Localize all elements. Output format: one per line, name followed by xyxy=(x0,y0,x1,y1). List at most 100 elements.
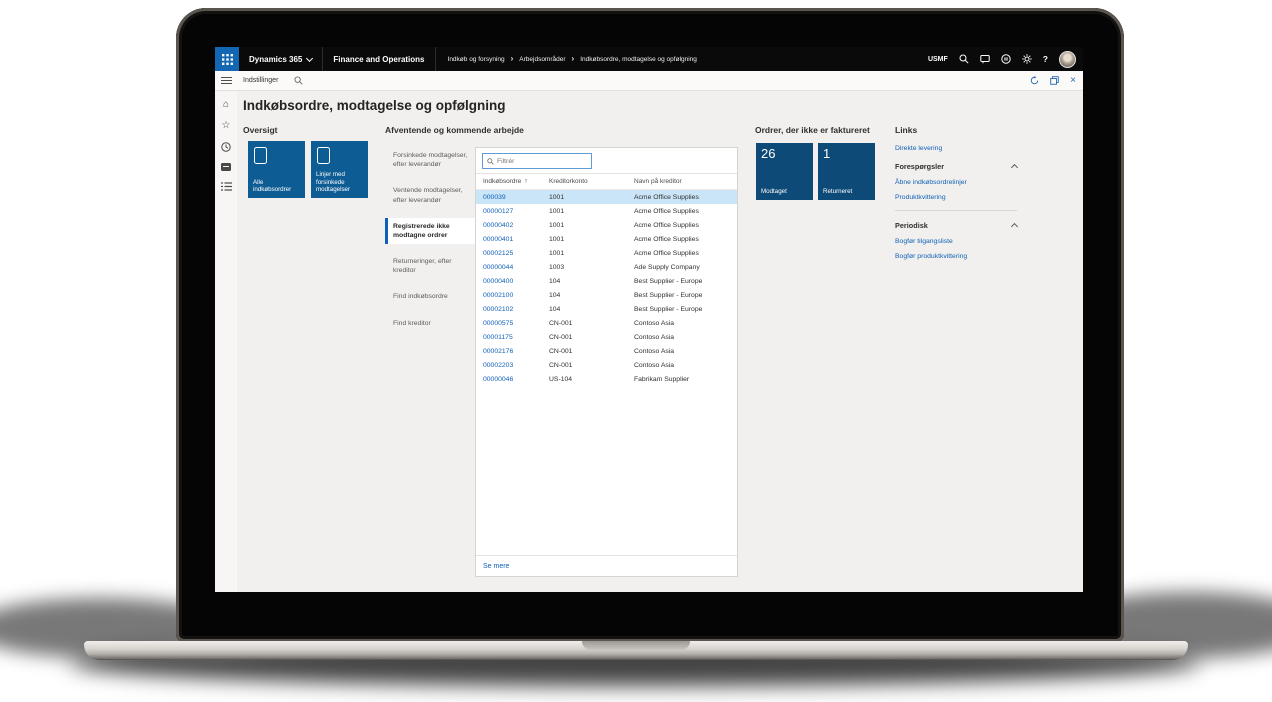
breadcrumb-current-page[interactable]: Indkøbsordre, modtagelse og opfølgning xyxy=(580,56,697,63)
link-direct-delivery[interactable]: Direkte levering xyxy=(895,145,1017,152)
app-launcher-button[interactable] xyxy=(215,47,239,71)
laptop-screen: Dynamics 365 Finance and Operations Indk… xyxy=(215,47,1083,592)
menu-item[interactable]: Find kreditor xyxy=(385,315,475,332)
page-title: Indkøbsordre, modtagelse og opfølgning xyxy=(243,98,506,113)
menu-item-label: Ventende modtagelser, efter leverandør xyxy=(393,187,463,203)
help-circle-icon[interactable] xyxy=(1001,54,1011,64)
chevron-right-icon: › xyxy=(572,55,575,63)
purchase-order-link[interactable]: 00000400 xyxy=(476,278,549,285)
vendor-name-cell: Best Supplier - Europe xyxy=(634,292,737,299)
tile-returned-count[interactable]: 1 Returneret xyxy=(818,143,875,200)
menu-item[interactable]: Forsinkede modtagelser, efter leverandør xyxy=(385,147,475,173)
filter-box xyxy=(482,153,592,169)
table-row[interactable]: 00000044 1003 Ade Supply Company xyxy=(476,260,737,274)
hamburger-icon[interactable] xyxy=(221,77,232,85)
vendor-account-cell: CN-001 xyxy=(549,362,634,369)
user-avatar[interactable] xyxy=(1059,51,1076,68)
breadcrumb-module[interactable]: Indkøb og forsyning xyxy=(448,56,505,63)
tile-received-count[interactable]: 26 Modtaget xyxy=(756,143,813,200)
workspaces-icon[interactable] xyxy=(221,163,231,171)
vendor-account-cell: 104 xyxy=(549,306,634,313)
company-selector[interactable]: USMF xyxy=(928,56,948,63)
home-icon[interactable]: ⌂ xyxy=(223,100,229,110)
action-search-icon[interactable] xyxy=(294,76,303,85)
table-row[interactable]: 00000575 CN-001 Contoso Asia xyxy=(476,316,737,330)
purchase-order-link[interactable]: 00000046 xyxy=(476,376,549,383)
filter-area xyxy=(476,148,737,173)
menu-item[interactable]: Registrerede ikke modtagne ordrer xyxy=(385,218,475,244)
document-icon xyxy=(317,147,330,164)
modules-list-icon[interactable] xyxy=(221,182,232,191)
link-product-receipt[interactable]: Produktkvittering xyxy=(895,194,1017,201)
table-row[interactable]: 00002100 104 Best Supplier - Europe xyxy=(476,288,737,302)
close-icon[interactable]: × xyxy=(1070,76,1076,86)
purchase-order-link[interactable]: 00000401 xyxy=(476,236,549,243)
table-row[interactable]: 00000401 1001 Acme Office Supplies xyxy=(476,232,737,246)
purchase-order-link[interactable]: 00000575 xyxy=(476,320,549,327)
table-row[interactable]: 00000402 1001 Acme Office Supplies xyxy=(476,218,737,232)
link-post-receipts-list[interactable]: Bogfør tilgangsliste xyxy=(895,238,1017,245)
link-post-product-receipt[interactable]: Bogfør produktkvittering xyxy=(895,253,1017,260)
vendor-name-cell: Acme Office Supplies xyxy=(634,236,737,243)
table-row[interactable]: 00002176 CN-001 Contoso Asia xyxy=(476,344,737,358)
message-icon[interactable] xyxy=(980,54,990,64)
purchase-order-link[interactable]: 00002100 xyxy=(476,292,549,299)
vendor-account-cell: CN-001 xyxy=(549,334,634,341)
app-name[interactable]: Finance and Operations xyxy=(323,47,435,71)
purchase-order-link[interactable]: 00002102 xyxy=(476,306,549,313)
menu-item-label: Forsinkede modtagelser, efter leverandør xyxy=(393,152,467,168)
product-switcher[interactable]: Dynamics 365 xyxy=(239,47,323,71)
menu-item[interactable]: Ventende modtagelser, efter leverandør xyxy=(385,182,475,208)
column-header-purchase-order[interactable]: Indkøbsordre↑ xyxy=(476,178,549,185)
table-row[interactable]: 00000127 1001 Acme Office Supplies xyxy=(476,204,737,218)
search-icon[interactable] xyxy=(959,54,969,64)
tile-all-purchase-orders[interactable]: Alle indkøbsordrer xyxy=(248,141,305,198)
table-row[interactable]: 00000046 US-104 Fabrikam Supplier xyxy=(476,372,737,386)
vendor-name-cell: Best Supplier - Europe xyxy=(634,306,737,313)
document-icon xyxy=(254,147,267,164)
purchase-order-link[interactable]: 00000044 xyxy=(476,264,549,271)
breadcrumb-workspaces[interactable]: Arbejdsområder xyxy=(519,56,565,63)
table-row[interactable]: 00000400 104 Best Supplier - Europe xyxy=(476,274,737,288)
purchase-order-link[interactable]: 000039 xyxy=(476,194,549,201)
column-header-vendor-name[interactable]: Navn på kreditor xyxy=(634,178,737,185)
help-button[interactable]: ? xyxy=(1043,54,1048,64)
purchase-order-link[interactable]: 00000127 xyxy=(476,208,549,215)
orders-grid: Indkøbsordre↑ Kreditorkonto Navn på kred… xyxy=(476,173,737,556)
refresh-icon[interactable] xyxy=(1030,76,1039,85)
vendor-name-cell: Ade Supply Company xyxy=(634,264,737,271)
action-bar: Indstillinger × xyxy=(215,71,1083,91)
purchase-order-link[interactable]: 00002176 xyxy=(476,348,549,355)
clock-icon[interactable] xyxy=(221,142,231,152)
breadcrumb: Indkøb og forsyning › Arbejdsområder › I… xyxy=(436,55,709,63)
settings-menu-button[interactable]: Indstillinger xyxy=(243,77,278,84)
purchase-order-link[interactable]: 00002125 xyxy=(476,250,549,257)
table-row[interactable]: 00002125 1001 Acme Office Supplies xyxy=(476,246,737,260)
links-group-periodic[interactable]: Periodisk xyxy=(895,221,1017,230)
see-more-link[interactable]: Se mere xyxy=(483,563,509,570)
chevron-down-icon xyxy=(306,54,313,61)
menu-item[interactable]: Find indkøbsordre xyxy=(385,288,475,305)
vendor-account-cell: 1001 xyxy=(549,250,634,257)
table-row[interactable]: 000039 1001 Acme Office Supplies xyxy=(476,190,737,204)
sort-asc-icon: ↑ xyxy=(524,178,528,185)
menu-item[interactable]: Returneringer, efter kreditor xyxy=(385,253,475,279)
link-open-po-lines[interactable]: Åbne indkøbsordrelinjer xyxy=(895,179,1017,186)
links-group-inquiries[interactable]: Forespørgsler xyxy=(895,162,1017,171)
vendor-account-cell: 104 xyxy=(549,292,634,299)
purchase-order-link[interactable]: 00000402 xyxy=(476,222,549,229)
table-row[interactable]: 00002102 104 Best Supplier - Europe xyxy=(476,302,737,316)
purchase-order-link[interactable]: 00002203 xyxy=(476,362,549,369)
filter-input[interactable] xyxy=(497,158,587,165)
table-row[interactable]: 00002203 CN-001 Contoso Asia xyxy=(476,358,737,372)
tile-count: 26 xyxy=(761,146,775,161)
tile-delayed-receipt-lines[interactable]: Linjer med forsinkede modtagelser xyxy=(311,141,368,198)
tile-label: Returneret xyxy=(823,188,873,196)
table-row[interactable]: 00001175 CN-001 Contoso Asia xyxy=(476,330,737,344)
column-header-vendor-account[interactable]: Kreditorkonto xyxy=(549,178,634,185)
restore-window-icon[interactable] xyxy=(1050,76,1059,85)
star-icon[interactable]: ☆ xyxy=(222,121,231,131)
purchase-order-link[interactable]: 00001175 xyxy=(476,334,549,341)
vendor-name-cell: Acme Office Supplies xyxy=(634,250,737,257)
gear-icon[interactable] xyxy=(1022,54,1032,64)
